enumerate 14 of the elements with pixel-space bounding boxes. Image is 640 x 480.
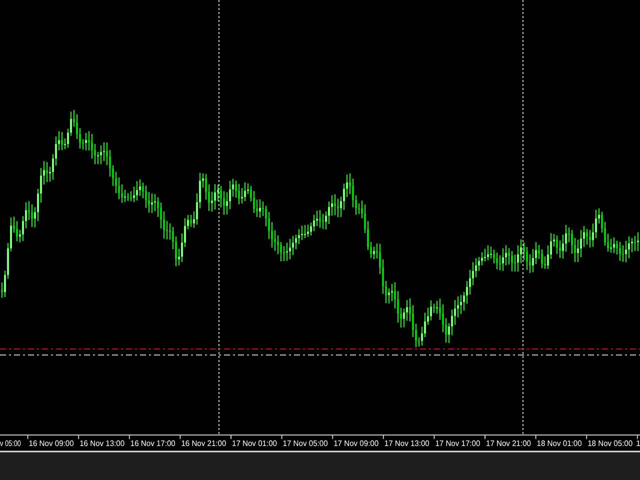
time-axis-label: 17 Nov 21:00 (486, 439, 534, 448)
time-axis-label: 17 Nov 09:00 (334, 439, 382, 448)
time-axis-label: 17 Nov 01:00 (232, 439, 280, 448)
time-axis-label: 16 Nov 13:00 (80, 439, 128, 448)
time-axis-label: 17 Nov 05:00 (282, 439, 330, 448)
time-axis-label: 16 Nov 21:00 (181, 439, 229, 448)
time-axis-label: 16 Nov 09:00 (28, 439, 76, 448)
time-axis-label: v 05:00 (0, 439, 26, 448)
time-axis-label: 17 Nov 17:00 (435, 439, 483, 448)
time-axis-label: 16 Nov 17:00 (130, 439, 178, 448)
time-axis-label: 17 Nov 13:00 (384, 439, 432, 448)
time-axis-label: 18 Nov 05:00 (588, 439, 636, 448)
time-axis-label: 18 Nov 01:00 (536, 439, 584, 448)
time-axis-label: 1 (636, 439, 640, 448)
